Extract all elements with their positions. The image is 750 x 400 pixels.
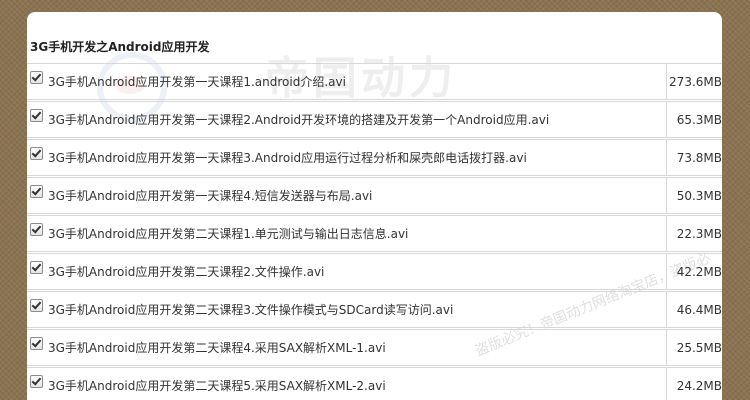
file-name-cell: 3G手机Android应用开发第一天课程4.短信发送器与布局.avi: [30, 178, 667, 213]
file-checkbox[interactable]: [30, 223, 43, 236]
file-size: 22.3MB: [676, 226, 722, 241]
file-row: 3G手机Android应用开发第二天课程5.采用SAX解析XML-2.avi 2…: [27, 367, 722, 400]
file-checkbox[interactable]: [30, 71, 43, 84]
file-name: 3G手机Android应用开发第二天课程2.文件操作.avi: [48, 265, 325, 279]
file-name: 3G手机Android应用开发第一天课程4.短信发送器与布局.avi: [48, 189, 373, 203]
file-list: 3G手机Android应用开发第一天课程1.android介绍.avi 273.…: [27, 63, 722, 400]
file-row: 3G手机Android应用开发第一天课程1.android介绍.avi 273.…: [27, 63, 722, 100]
file-checkbox[interactable]: [30, 299, 43, 312]
file-name-cell: 3G手机Android应用开发第二天课程3.文件操作模式与SDCard读写访问.…: [30, 292, 667, 327]
file-size: 42.2MB: [676, 264, 722, 279]
file-size: 50.3MB: [676, 188, 722, 203]
file-name: 3G手机Android应用开发第一天课程2.Android开发环境的搭建及开发第…: [48, 113, 550, 127]
file-size: 273.6MB: [669, 74, 722, 89]
file-row: 3G手机Android应用开发第一天课程3.Android应用运行过程分析和屎壳…: [27, 139, 722, 176]
file-row: 3G手机Android应用开发第二天课程1.单元测试与输出日志信息.avi 22…: [27, 215, 722, 252]
file-name: 3G手机Android应用开发第二天课程5.采用SAX解析XML-2.avi: [48, 379, 386, 393]
file-checkbox[interactable]: [30, 261, 43, 274]
file-name: 3G手机Android应用开发第一天课程1.android介绍.avi: [48, 75, 346, 89]
file-name-cell: 3G手机Android应用开发第二天课程5.采用SAX解析XML-2.avi: [30, 368, 667, 400]
file-list-panel: 帝国动力 盗版必究！帝国动力网络淘宝店，盗版必 3G手机开发之Android应用…: [27, 12, 722, 400]
file-checkbox[interactable]: [30, 147, 43, 160]
file-checkbox[interactable]: [30, 109, 43, 122]
file-name-cell: 3G手机Android应用开发第一天课程3.Android应用运行过程分析和屎壳…: [30, 140, 667, 175]
file-size: 65.3MB: [676, 112, 722, 127]
file-size: 24.2MB: [676, 378, 722, 393]
file-checkbox[interactable]: [30, 337, 43, 350]
file-row: 3G手机Android应用开发第一天课程4.短信发送器与布局.avi 50.3M…: [27, 177, 722, 214]
file-name-cell: 3G手机Android应用开发第一天课程1.android介绍.avi: [30, 64, 667, 99]
file-name-cell: 3G手机Android应用开发第二天课程2.文件操作.avi: [30, 254, 667, 289]
file-name-cell: 3G手机Android应用开发第一天课程2.Android开发环境的搭建及开发第…: [30, 102, 667, 137]
file-name: 3G手机Android应用开发第二天课程3.文件操作模式与SDCard读写访问.…: [48, 303, 454, 317]
file-name-cell: 3G手机Android应用开发第二天课程1.单元测试与输出日志信息.avi: [30, 216, 667, 251]
file-name-cell: 3G手机Android应用开发第二天课程4.采用SAX解析XML-1.avi: [30, 330, 667, 365]
file-name: 3G手机Android应用开发第二天课程4.采用SAX解析XML-1.avi: [48, 341, 386, 355]
file-row: 3G手机Android应用开发第二天课程3.文件操作模式与SDCard读写访问.…: [27, 291, 722, 328]
file-size: 25.5MB: [676, 340, 722, 355]
file-row: 3G手机Android应用开发第二天课程2.文件操作.avi 42.2MB: [27, 253, 722, 290]
file-checkbox[interactable]: [30, 375, 43, 388]
page-title: 3G手机开发之Android应用开发: [30, 40, 210, 54]
file-name: 3G手机Android应用开发第二天课程1.单元测试与输出日志信息.avi: [48, 227, 409, 241]
file-name: 3G手机Android应用开发第一天课程3.Android应用运行过程分析和屎壳…: [48, 151, 527, 165]
file-row: 3G手机Android应用开发第二天课程4.采用SAX解析XML-1.avi 2…: [27, 329, 722, 366]
file-checkbox[interactable]: [30, 185, 43, 198]
file-size: 73.8MB: [676, 150, 722, 165]
file-size: 46.4MB: [676, 302, 722, 317]
file-row: 3G手机Android应用开发第一天课程2.Android开发环境的搭建及开发第…: [27, 101, 722, 138]
